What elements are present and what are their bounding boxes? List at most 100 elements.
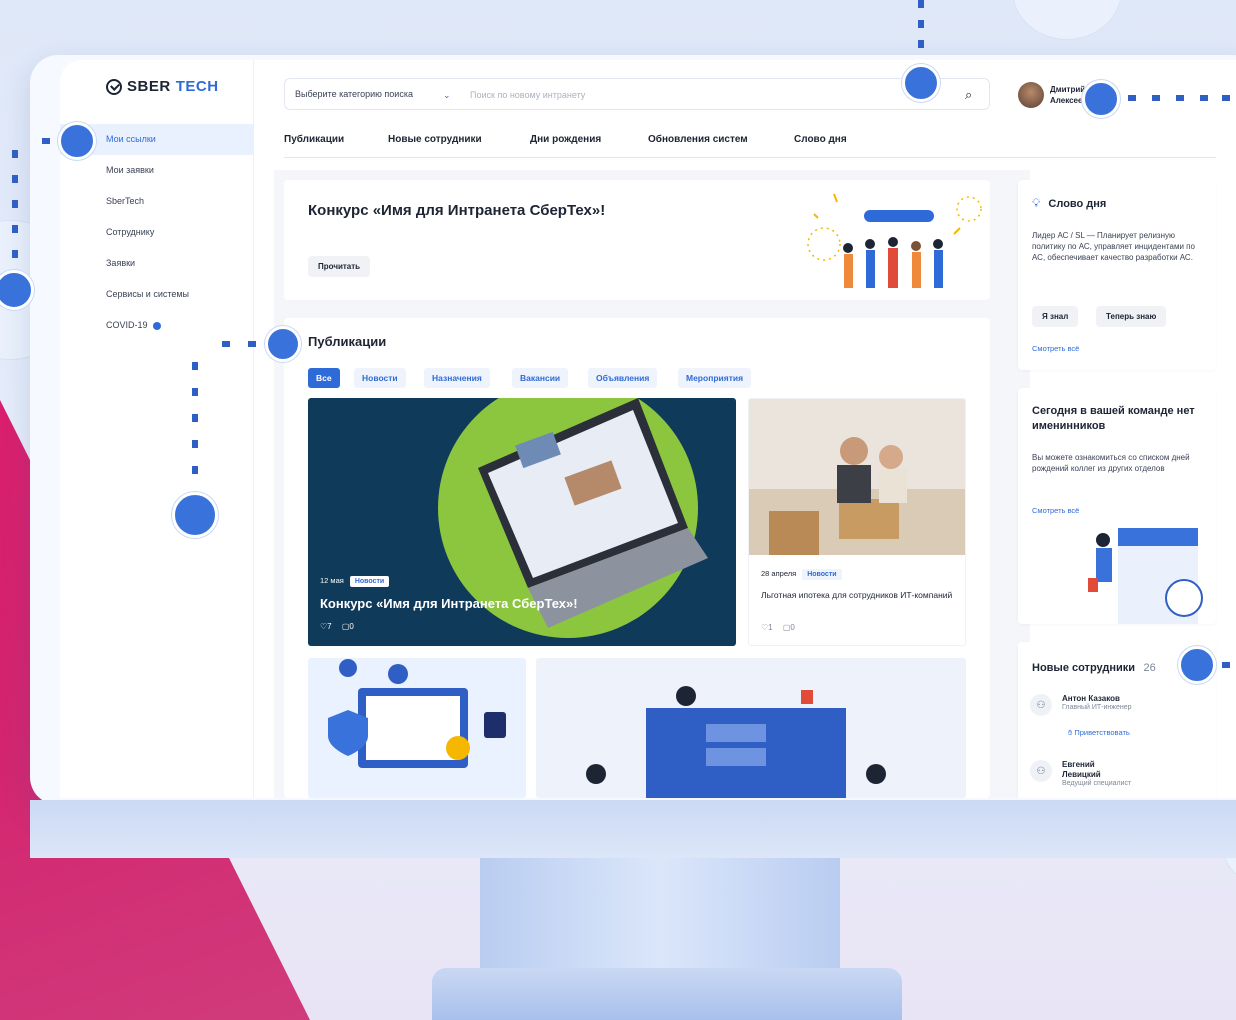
calendar-illustration bbox=[1088, 528, 1203, 624]
contest-banner[interactable]: Конкурс «Имя для Интранета СберТех»! Про… bbox=[284, 180, 990, 300]
mortgage-date: 28 апреля bbox=[761, 569, 797, 578]
logo-text-sber: SBER bbox=[127, 78, 171, 95]
read-button[interactable]: Прочитать bbox=[308, 256, 371, 277]
sidebar-item-label: Сотруднику bbox=[106, 227, 155, 237]
tab-new-employees[interactable]: Новые сотрудники bbox=[388, 134, 482, 145]
employee-name: Евгений Левицкий bbox=[1062, 760, 1101, 779]
connector-dot bbox=[1176, 95, 1184, 101]
filter-vacancies[interactable]: Вакансии bbox=[512, 368, 569, 388]
employee-role: Ведущий специалист bbox=[1062, 780, 1132, 787]
person-icon: ⚇ bbox=[1030, 694, 1052, 716]
person-icon: ⚇ bbox=[1030, 760, 1052, 782]
connector-dot bbox=[192, 414, 198, 422]
connector-dot bbox=[222, 341, 230, 347]
birthdays-title: Сегодня в вашей команде нет именинников bbox=[1032, 405, 1195, 432]
sidebar-item-covid[interactable]: COVID-19 bbox=[60, 310, 254, 341]
callout-sidebar bbox=[58, 122, 96, 160]
featured-stats: ♡7 ▢0 bbox=[320, 622, 354, 631]
employee-item[interactable]: ⚇ Антон Казаков Главный ИТ-инженер bbox=[1030, 694, 1132, 716]
connector-dot bbox=[248, 341, 256, 347]
security-publication[interactable] bbox=[308, 658, 526, 798]
sidebar-nav: Мои ссылки Мои заявки SberTech Сотрудник… bbox=[60, 124, 254, 341]
sidebar-item-label: Мои ссылки bbox=[106, 134, 156, 144]
search-icon[interactable]: ⌕ bbox=[965, 87, 972, 103]
new-employees-count: 26 bbox=[1143, 662, 1156, 674]
search-category-select[interactable]: Выберите категорию поиска bbox=[295, 89, 413, 99]
connector-dot bbox=[918, 20, 924, 28]
filter-announcements[interactable]: Объявления bbox=[588, 368, 658, 388]
employee-item[interactable]: ⚇ Евгений Левицкий Ведущий специалист bbox=[1030, 760, 1132, 787]
chevron-down-icon[interactable]: ⌄ bbox=[443, 90, 451, 101]
sidebar-item-label: Заявки bbox=[106, 258, 136, 268]
connector-dot bbox=[12, 175, 18, 183]
promo-stage: SBER TECH Мои ссылки Мои заявки SberTech… bbox=[0, 0, 1236, 1020]
mortgage-tag[interactable]: Новости bbox=[802, 569, 842, 580]
featured-title: Конкурс «Имя для Интранета СберТех»! bbox=[320, 596, 578, 611]
lightbulb-icon: 💡︎ bbox=[1032, 196, 1041, 210]
featured-publication[interactable]: 12 мая Новости Конкурс «Имя для Интранета… bbox=[308, 398, 736, 646]
top-tabs: Публикации Новые сотрудники Дни рождения… bbox=[284, 128, 1216, 158]
user-profile[interactable]: Дмитрий Алексеевич bbox=[1018, 82, 1086, 108]
birthdays-link[interactable]: Смотреть всё bbox=[1032, 506, 1079, 515]
greet-button[interactable]: ✋︎ Приветствовать bbox=[1068, 728, 1130, 738]
main-content: Конкурс «Имя для Интранета СберТех»! Про… bbox=[274, 170, 1030, 798]
sidebar-item-requests[interactable]: Заявки bbox=[60, 248, 254, 279]
sidebar-item-sbertech[interactable]: SberTech bbox=[60, 186, 254, 217]
featured-tag[interactable]: Новости bbox=[349, 576, 390, 587]
featured-date: 12 мая bbox=[320, 576, 344, 585]
filter-all[interactable]: Все bbox=[308, 368, 340, 388]
hackers-illustration bbox=[586, 686, 886, 798]
mortgage-title: Льготная ипотека для сотрудников ИТ-комп… bbox=[761, 590, 953, 600]
tab-word-of-day[interactable]: Слово дня bbox=[794, 134, 847, 145]
tab-publications[interactable]: Публикации bbox=[284, 134, 344, 145]
callout-search bbox=[902, 64, 940, 102]
user-patronymic: Алексеевич bbox=[1050, 96, 1086, 105]
connector-dot bbox=[1200, 95, 1208, 101]
filter-events[interactable]: Мероприятия bbox=[678, 368, 752, 388]
wave-icon: ✋︎ bbox=[1068, 728, 1073, 737]
word-of-day-link[interactable]: Смотреть всё bbox=[1032, 344, 1079, 353]
connector-dot bbox=[918, 0, 924, 8]
publications-panel: Публикации Все Новости Назначения Ваканс… bbox=[284, 318, 990, 798]
word-of-day-title: Слово дня bbox=[1048, 197, 1107, 210]
mortgage-meta: 28 апреля Новости bbox=[761, 569, 842, 580]
employee-role: Главный ИТ-инженер bbox=[1062, 704, 1132, 711]
filter-news[interactable]: Новости bbox=[354, 368, 406, 388]
hackers-publication[interactable] bbox=[536, 658, 966, 798]
callout-profile bbox=[1082, 80, 1120, 118]
connector-dot bbox=[12, 225, 18, 233]
connector-dot bbox=[192, 388, 198, 396]
mortgage-likes: 1 bbox=[768, 623, 773, 632]
word-of-day-text: Лидер АС / SL — Планирует релизную полит… bbox=[1032, 231, 1195, 262]
tab-birthdays[interactable]: Дни рождения bbox=[530, 134, 601, 145]
mortgage-publication[interactable]: 28 апреля Новости Льготная ипотека для со… bbox=[748, 398, 966, 646]
connector-dot bbox=[1222, 662, 1230, 668]
filter-appointments[interactable]: Назначения bbox=[424, 368, 490, 388]
i-knew-button[interactable]: Я знал bbox=[1032, 306, 1079, 327]
connector-dot bbox=[192, 362, 198, 370]
callout-new-employees bbox=[1178, 646, 1216, 684]
mortgage-stats: ♡1 ▢0 bbox=[761, 623, 795, 632]
sber-tech-logo[interactable]: SBER TECH bbox=[106, 78, 219, 95]
new-employees-title: Новые сотрудники bbox=[1032, 662, 1136, 674]
callout-bottom-left bbox=[172, 492, 218, 538]
people-illustration bbox=[807, 193, 982, 288]
connector-dot bbox=[192, 440, 198, 448]
sidebar-item-label: Мои заявки bbox=[106, 165, 154, 175]
featured-meta: 12 мая Новости bbox=[320, 576, 390, 587]
search-input[interactable] bbox=[470, 85, 930, 105]
connector-dot bbox=[192, 466, 198, 474]
tab-system-updates[interactable]: Обновления систем bbox=[648, 134, 748, 145]
birthdays-card: Сегодня в вашей команде нет именинников … bbox=[1018, 388, 1216, 624]
sidebar-item-services[interactable]: Сервисы и системы bbox=[60, 279, 254, 310]
sidebar-item-label: SberTech bbox=[106, 196, 145, 206]
sidebar-item-employee[interactable]: Сотруднику bbox=[60, 217, 254, 248]
callout-publications bbox=[265, 326, 301, 362]
now-i-know-button[interactable]: Теперь знаю bbox=[1096, 306, 1167, 327]
employee-name: Антон Казаков bbox=[1062, 694, 1120, 703]
connector-dot bbox=[12, 150, 18, 158]
connector-dot bbox=[918, 40, 924, 48]
birthdays-text: Вы можете ознакомиться со списком дней р… bbox=[1032, 453, 1190, 473]
monitor-chin bbox=[30, 800, 1236, 858]
sidebar-item-my-requests[interactable]: Мои заявки bbox=[60, 155, 254, 186]
